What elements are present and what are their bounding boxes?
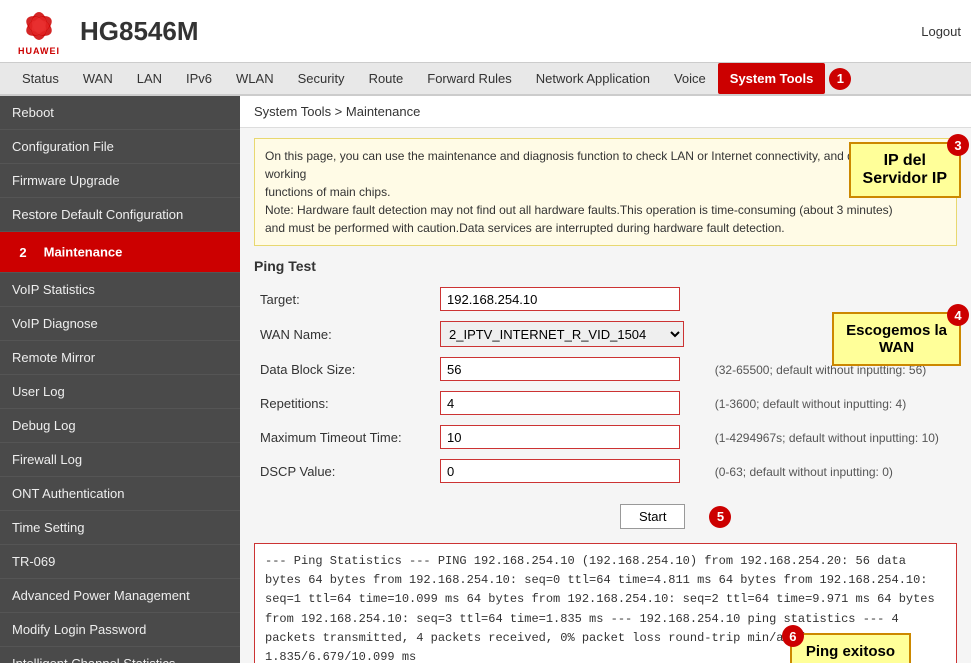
timeout-label: Maximum Timeout Time: [254, 420, 434, 454]
sidebar-item-restore[interactable]: Restore Default Configuration [0, 198, 240, 232]
header: HUAWEI HG8546M Logout [0, 0, 971, 63]
timeout-input[interactable] [440, 425, 680, 449]
sidebar-item-modify-login[interactable]: Modify Login Password [0, 613, 240, 647]
ping-test-title: Ping Test [254, 258, 957, 274]
target-input[interactable] [440, 287, 680, 311]
content-area: System Tools > Maintenance On this page,… [240, 96, 971, 663]
product-title: HG8546M [80, 16, 199, 47]
sidebar-item-reboot[interactable]: Reboot [0, 96, 240, 130]
sidebar-item-firmware[interactable]: Firmware Upgrade [0, 164, 240, 198]
nav-security[interactable]: Security [286, 63, 357, 94]
sidebar-item-channel-stats[interactable]: Intelligent Channel Statistics [0, 647, 240, 663]
timeout-row: Maximum Timeout Time: (1-4294967s; defau… [254, 420, 957, 454]
rep-hint: (1-3600; default without inputting: 4) [715, 397, 906, 411]
dscp-label: DSCP Value: [254, 454, 434, 488]
sidebar-item-time-setting[interactable]: Time Setting [0, 511, 240, 545]
start-row: Start 5 [420, 496, 957, 537]
rep-label: Repetitions: [254, 386, 434, 420]
info-line3: Note: Hardware fault detection may not f… [265, 203, 893, 217]
huawei-logo: HUAWEI [10, 6, 68, 56]
target-row: Target: [254, 282, 957, 316]
sidebar-item-remote-mirror[interactable]: Remote Mirror [0, 341, 240, 375]
sidebar-item-firewall-log[interactable]: Firewall Log [0, 443, 240, 477]
header-left: HUAWEI HG8546M [10, 6, 199, 56]
block-input[interactable] [440, 357, 680, 381]
block-label: Data Block Size: [254, 352, 434, 386]
wan-select[interactable]: 2_IPTV_INTERNET_R_VID_1504 2_INTERNET_R_… [440, 321, 684, 347]
nav-voice[interactable]: Voice [662, 63, 718, 94]
nav-forward-rules[interactable]: Forward Rules [415, 63, 524, 94]
sidebar-item-power-mgmt[interactable]: Advanced Power Management [0, 579, 240, 613]
ping-output-wrapper: --- Ping Statistics --- PING 192.168.254… [240, 543, 971, 663]
ping-form-wrapper: Target: WAN Name: 2_IPTV_INTERNET_R_VID_… [240, 282, 971, 488]
timeout-hint: (1-4294967s; default without inputting: … [715, 431, 939, 445]
huawei-brand-text: HUAWEI [18, 46, 60, 56]
sidebar-item-voip-diagnose[interactable]: VoIP Diagnose [0, 307, 240, 341]
breadcrumb: System Tools > Maintenance [240, 96, 971, 128]
sidebar-item-voip-stats[interactable]: VoIP Statistics [0, 273, 240, 307]
nav-wlan[interactable]: WLAN [224, 63, 286, 94]
annotation-circle-2: 2 [12, 241, 34, 263]
info-line4: and must be performed with caution.Data … [265, 221, 785, 235]
nav-system-tools[interactable]: System Tools [718, 63, 826, 94]
annotation-circle-5: 5 [709, 506, 731, 528]
annotation-circle-3: 3 [947, 134, 969, 156]
sidebar-item-config-file[interactable]: Configuration File [0, 130, 240, 164]
nav-status[interactable]: Status [10, 63, 71, 94]
info-line1: On this page, you can use the maintenanc… [265, 149, 916, 181]
start-button[interactable]: Start [620, 504, 685, 529]
main-layout: Reboot Configuration File Firmware Upgra… [0, 96, 971, 663]
sidebar-item-user-log[interactable]: User Log [0, 375, 240, 409]
sidebar-item-tr069[interactable]: TR-069 [0, 545, 240, 579]
target-label: Target: [254, 282, 434, 316]
wan-label: WAN Name: [254, 316, 434, 352]
nav-route[interactable]: Route [357, 63, 416, 94]
sidebar: Reboot Configuration File Firmware Upgra… [0, 96, 240, 663]
dscp-input[interactable] [440, 459, 680, 483]
rep-row: Repetitions: (1-3600; default without in… [254, 386, 957, 420]
sidebar-item-debug-log[interactable]: Debug Log [0, 409, 240, 443]
logout-button[interactable]: Logout [921, 24, 961, 39]
wan-row: WAN Name: 2_IPTV_INTERNET_R_VID_1504 2_I… [254, 316, 957, 352]
annotation-circle-1: 1 [829, 68, 851, 90]
nav-network-app[interactable]: Network Application [524, 63, 662, 94]
annotation-ip-label: 3 IP delServidor IP [849, 142, 961, 198]
nav-ipv6[interactable]: IPv6 [174, 63, 224, 94]
sidebar-item-maintenance[interactable]: 2 Maintenance [0, 232, 240, 273]
annotation-circle-4: 4 [947, 304, 969, 326]
info-line2: functions of main chips. [265, 185, 390, 199]
sidebar-item-ont-auth[interactable]: ONT Authentication [0, 477, 240, 511]
ping-form-table: Target: WAN Name: 2_IPTV_INTERNET_R_VID_… [254, 282, 957, 488]
dscp-hint: (0-63; default without inputting: 0) [715, 465, 893, 479]
annotation-wan-label: 4 Escogemos laWAN [832, 312, 961, 366]
annotation-circle-6: 6 [782, 625, 804, 647]
annotation-ping-label: 6 Ping exitoso [790, 633, 911, 663]
info-section: On this page, you can use the maintenanc… [240, 138, 971, 246]
dscp-row: DSCP Value: (0-63; default without input… [254, 454, 957, 488]
nav-lan[interactable]: LAN [125, 63, 174, 94]
rep-input[interactable] [440, 391, 680, 415]
nav-wan[interactable]: WAN [71, 63, 125, 94]
navbar: Status WAN LAN IPv6 WLAN Security Route … [0, 63, 971, 96]
